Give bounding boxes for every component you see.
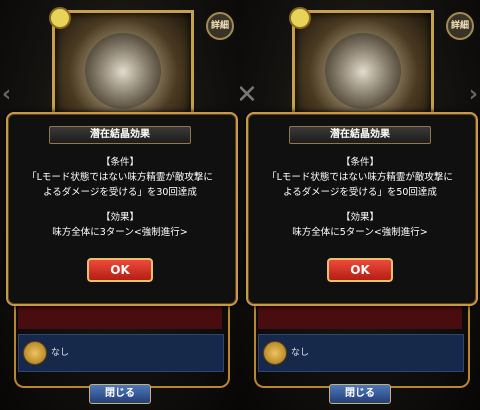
badge-icon (263, 341, 287, 365)
condition-header: 【条件】 (100, 157, 139, 168)
close-button[interactable]: 閉じる (89, 384, 151, 404)
list-row: なし (258, 334, 464, 372)
condition-line-2: よるダメージを受ける」を30回達成 (43, 187, 197, 198)
detail-button[interactable]: 詳細 (206, 12, 234, 40)
list-row (18, 304, 222, 329)
chevron-left-icon[interactable]: ‹ (2, 82, 11, 107)
left-panel: 詳細 ‹ なし 閉じる 潜在結晶効果 【条件】 「Lモード状態ではない味方精霊が… (0, 0, 240, 410)
dialog-title: 潜在結晶効果 (289, 126, 431, 144)
card-art (289, 7, 434, 124)
condition-header: 【条件】 (340, 157, 379, 168)
x-icon: ✕ (240, 80, 258, 110)
right-panel: 詳細 › ✕ なし 閉じる 潜在結晶効果 【条件】 「Lモード状態ではない味方精… (240, 0, 480, 410)
dialog-title: 潜在結晶効果 (49, 126, 191, 144)
effect-header: 【効果】 (340, 212, 379, 223)
ok-button[interactable]: OK (87, 258, 153, 282)
card-art (49, 7, 194, 124)
effect-text: 味方全体に5ターン<強制進行> (292, 227, 428, 238)
list-row-text: なし (291, 348, 310, 358)
condition-line-1: 「Lモード状態ではない味方精霊が敵攻撃に (267, 172, 453, 183)
chevron-right-icon[interactable]: › (469, 82, 478, 107)
effect-text: 味方全体に3ターン<強制進行> (52, 227, 188, 238)
list-row: なし (18, 334, 224, 372)
list-row-text: なし (51, 348, 70, 358)
detail-button[interactable]: 詳細 (446, 12, 474, 40)
close-button[interactable]: 閉じる (329, 384, 391, 404)
condition-line-1: 「Lモード状態ではない味方精霊が敵攻撃に (27, 172, 213, 183)
condition-line-2: よるダメージを受ける」を50回達成 (283, 187, 437, 198)
effect-header: 【効果】 (100, 212, 139, 223)
badge-icon (23, 341, 47, 365)
ok-button[interactable]: OK (327, 258, 393, 282)
list-row (258, 304, 462, 329)
